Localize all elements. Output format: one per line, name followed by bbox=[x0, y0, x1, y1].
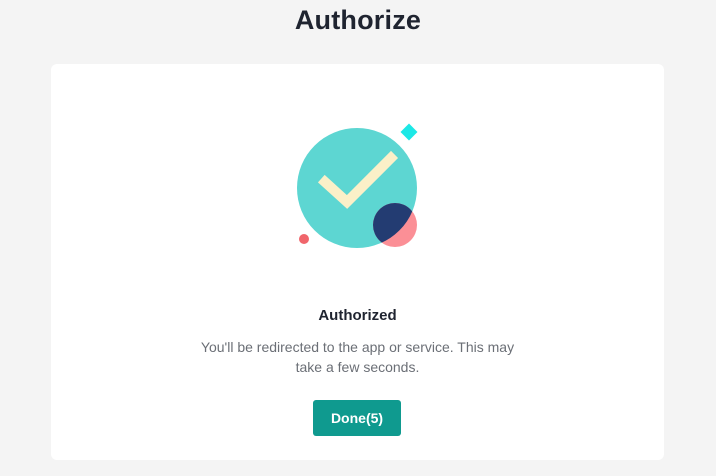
dot-accent bbox=[299, 234, 309, 244]
done-button[interactable]: Done(5) bbox=[313, 400, 401, 436]
authorization-card: Authorized You'll be redirected to the a… bbox=[51, 64, 664, 460]
authorize-page: Authorize Authorized You'll be redirecte… bbox=[0, 0, 716, 476]
success-check-icon bbox=[291, 122, 431, 252]
status-message: You'll be redirected to the app or servi… bbox=[200, 339, 515, 375]
page-title: Authorize bbox=[294, 5, 422, 35]
diamond-accent bbox=[400, 123, 418, 141]
status-heading: Authorized bbox=[318, 307, 397, 324]
